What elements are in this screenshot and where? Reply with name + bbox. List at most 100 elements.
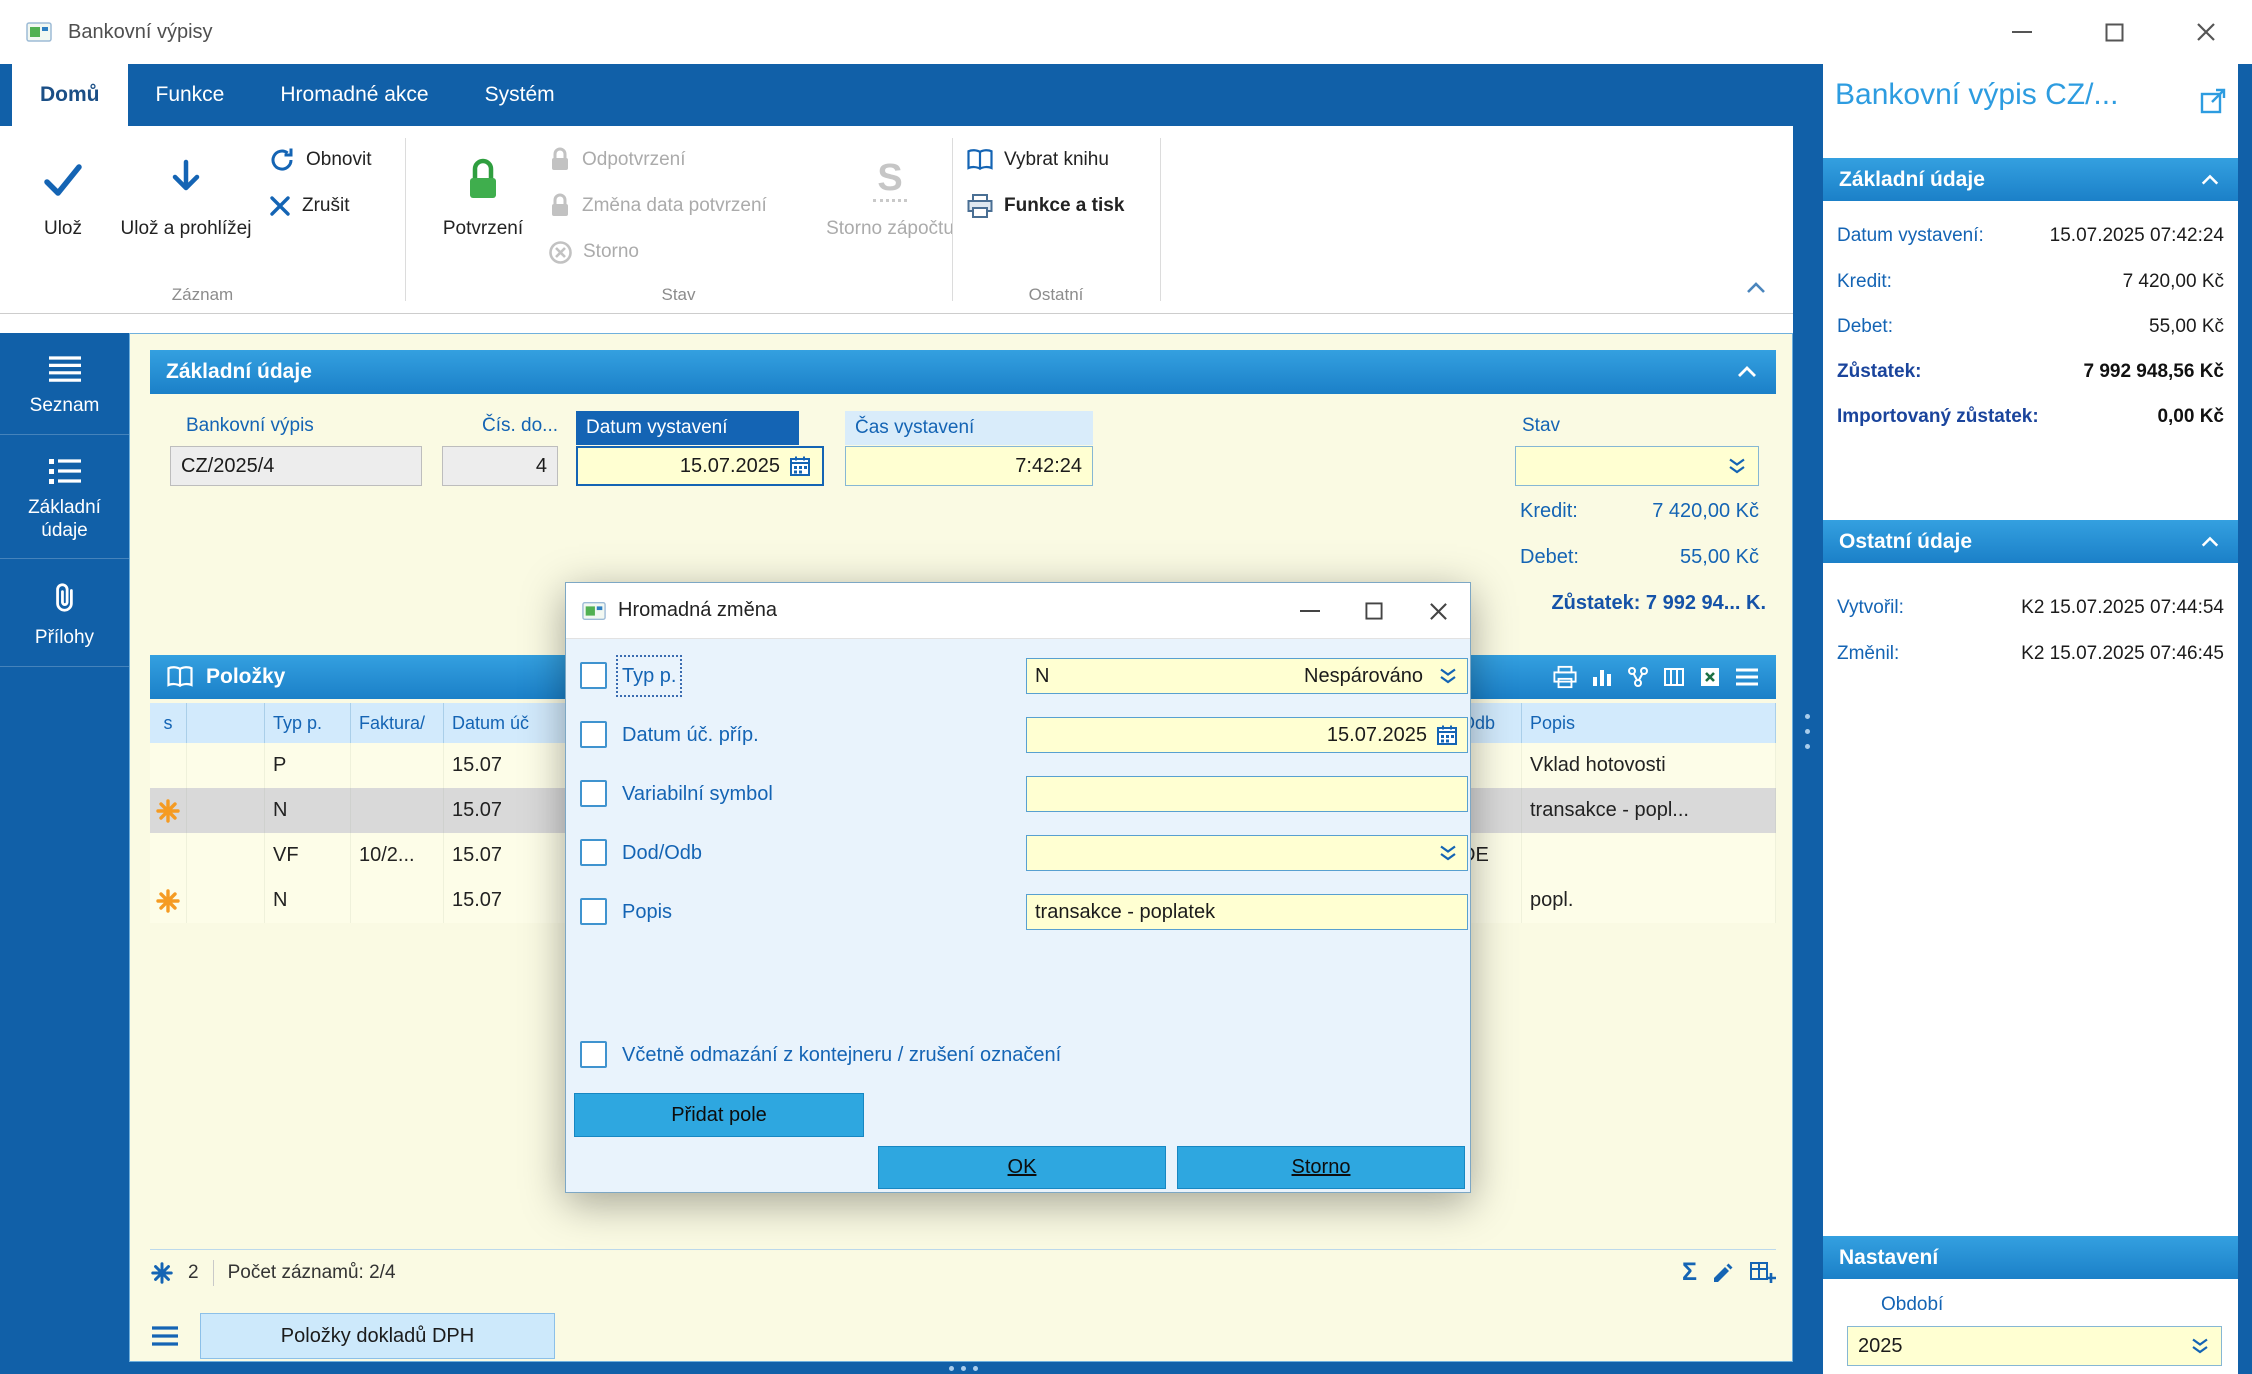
- right-edge-strip: [2238, 64, 2252, 1374]
- ribbon-separator: [1160, 138, 1161, 301]
- chart-icon[interactable]: [1590, 665, 1614, 689]
- checkbox-datum-uc-prip[interactable]: [580, 721, 607, 748]
- typ-p-dropdown[interactable]: N Nespárováno: [1026, 658, 1468, 694]
- issue-date-field[interactable]: 15.07.2025: [576, 446, 824, 486]
- functions-print-button[interactable]: Funkce a tisk: [966, 186, 1124, 226]
- col-header-sel[interactable]: [187, 703, 265, 743]
- bottom-drag-strip[interactable]: [129, 1362, 1793, 1374]
- close-button[interactable]: [1406, 583, 1470, 639]
- datum-uc-prip-field[interactable]: 15.07.2025: [1026, 717, 1468, 753]
- storno-zapoctu-button[interactable]: S Storno zápočtu: [822, 136, 958, 288]
- collapse-ribbon-button[interactable]: [1742, 276, 1770, 300]
- calendar-icon[interactable]: [1435, 723, 1459, 747]
- chevron-up-icon[interactable]: [1734, 361, 1760, 383]
- minimize-icon: [1300, 610, 1320, 612]
- typ-p-value2: Nespárováno: [1304, 665, 1423, 688]
- field-label-dod-odb[interactable]: Dod/Odb: [622, 838, 702, 868]
- cancel-button[interactable]: Storno: [1177, 1146, 1465, 1189]
- col-header-datum[interactable]: Datum úč: [444, 703, 574, 743]
- cell-datum: 15.07: [444, 878, 574, 923]
- tab-hromadne-akce[interactable]: Hromadné akce: [252, 64, 456, 126]
- grid-add-icon[interactable]: [1749, 1260, 1776, 1285]
- rp-row: Debet: 55,00 Kč: [1837, 310, 2224, 344]
- dialog-titlebar[interactable]: Hromadná změna: [566, 583, 1470, 639]
- add-field-button[interactable]: Přidat pole: [574, 1093, 864, 1137]
- cancel-record-button[interactable]: Zrušit: [268, 186, 350, 226]
- popis-field[interactable]: transakce - poplatek: [1026, 894, 1468, 930]
- field-label-popis[interactable]: Popis: [622, 897, 672, 927]
- chevron-up-icon[interactable]: [2198, 170, 2222, 190]
- lock-icon: [462, 157, 504, 203]
- edit-icon[interactable]: [1711, 1261, 1735, 1285]
- chevron-up-icon[interactable]: [2198, 532, 2222, 552]
- cell-popis: popl.: [1522, 878, 1776, 923]
- dropdown-icon[interactable]: [1726, 456, 1748, 476]
- number-to-field[interactable]: 4: [442, 446, 558, 486]
- printer-icon: [966, 193, 994, 219]
- col-header-popis[interactable]: Popis: [1522, 703, 1776, 743]
- cell-popis: transakce - popl...: [1522, 788, 1776, 833]
- storno-button[interactable]: Storno: [548, 232, 639, 272]
- dph-items-button[interactable]: Položky dokladů DPH: [200, 1313, 555, 1359]
- rp-row: Kredit: 7 420,00 Kč: [1837, 265, 2224, 299]
- minimize-button[interactable]: [1976, 0, 2068, 64]
- dod-odb-dropdown[interactable]: [1026, 835, 1468, 871]
- calendar-icon[interactable]: [788, 454, 812, 478]
- confirm-button[interactable]: Potvrzení: [424, 136, 542, 288]
- checkbox-typ-p[interactable]: [580, 662, 607, 689]
- checkbox-dod-odb[interactable]: [580, 839, 607, 866]
- maximize-button[interactable]: [2068, 0, 2160, 64]
- bank-statement-field[interactable]: CZ/2025/4: [170, 446, 422, 486]
- menu-icon[interactable]: [1734, 666, 1760, 688]
- col-header-faktura[interactable]: Faktura/: [351, 703, 444, 743]
- dropdown-icon[interactable]: [2189, 1336, 2211, 1356]
- cell-typ: P: [265, 743, 351, 788]
- cell-typ: N: [265, 788, 351, 833]
- minimize-button[interactable]: [1278, 583, 1342, 639]
- state-dropdown[interactable]: [1515, 446, 1759, 486]
- include-unmark-label[interactable]: Včetně odmazání z kontejneru / zrušení o…: [622, 1040, 1061, 1070]
- hierarchy-icon[interactable]: [1626, 665, 1650, 689]
- field-label-datum-uc-prip[interactable]: Datum úč. příp.: [622, 720, 759, 750]
- sidebar-item-label: Seznam: [30, 395, 100, 418]
- menu-icon[interactable]: [150, 1324, 180, 1348]
- col-header-s[interactable]: s: [150, 703, 187, 743]
- excel-icon[interactable]: [1698, 665, 1722, 689]
- panel-splitter[interactable]: [1793, 64, 1823, 1374]
- checkbox-popis[interactable]: [580, 898, 607, 925]
- sidebar-item-prilohy[interactable]: Přílohy: [0, 559, 129, 667]
- col-header-typ[interactable]: Typ p.: [265, 703, 351, 743]
- tab-system[interactable]: Systém: [457, 64, 583, 126]
- variabilni-symbol-field[interactable]: [1026, 776, 1468, 812]
- tab-domu[interactable]: Domů: [12, 64, 128, 126]
- sidebar-item-zakladni-udaje[interactable]: Základní údaje: [0, 435, 129, 560]
- ok-button[interactable]: OK: [878, 1146, 1166, 1189]
- field-label-variabilni-symbol[interactable]: Variabilní symbol: [622, 779, 773, 809]
- credit-value: 7 420,00 Kč: [1652, 500, 1759, 523]
- print-icon[interactable]: [1552, 665, 1578, 689]
- checkbox-variabilni-symbol[interactable]: [580, 780, 607, 807]
- tab-funkce[interactable]: Funkce: [128, 64, 253, 126]
- sum-icon[interactable]: Σ: [1682, 1260, 1697, 1285]
- checkbox-include-unmark[interactable]: [580, 1041, 607, 1068]
- save-button[interactable]: Ulož: [14, 136, 112, 288]
- open-external-icon[interactable]: [2198, 86, 2228, 116]
- field-label-typ-p[interactable]: Typ p.: [622, 661, 676, 691]
- select-book-button[interactable]: Vybrat knihu: [966, 140, 1109, 180]
- maximize-button[interactable]: [1342, 583, 1406, 639]
- rp-other-title: Ostatní údaje: [1839, 530, 1972, 554]
- refresh-button[interactable]: Obnovit: [268, 140, 371, 180]
- credit-label: Kredit:: [1520, 500, 1578, 523]
- dropdown-icon[interactable]: [1437, 666, 1459, 686]
- dropdown-icon[interactable]: [1437, 843, 1459, 863]
- rp-basic-title: Základní údaje: [1839, 168, 1985, 192]
- period-dropdown[interactable]: 2025: [1847, 1326, 2222, 1366]
- issue-time-field[interactable]: 7:42:24: [845, 446, 1093, 486]
- unconfirm-button[interactable]: Odpotvrzení: [548, 140, 686, 180]
- change-confirm-date-button[interactable]: Změna data potvrzení: [548, 186, 767, 226]
- dialog-app-icon: [582, 599, 606, 623]
- columns-icon[interactable]: [1662, 665, 1686, 689]
- sidebar-item-seznam[interactable]: Seznam: [0, 333, 129, 435]
- close-button[interactable]: [2160, 0, 2252, 64]
- save-and-view-button[interactable]: Ulož a prohlížej: [116, 136, 256, 288]
